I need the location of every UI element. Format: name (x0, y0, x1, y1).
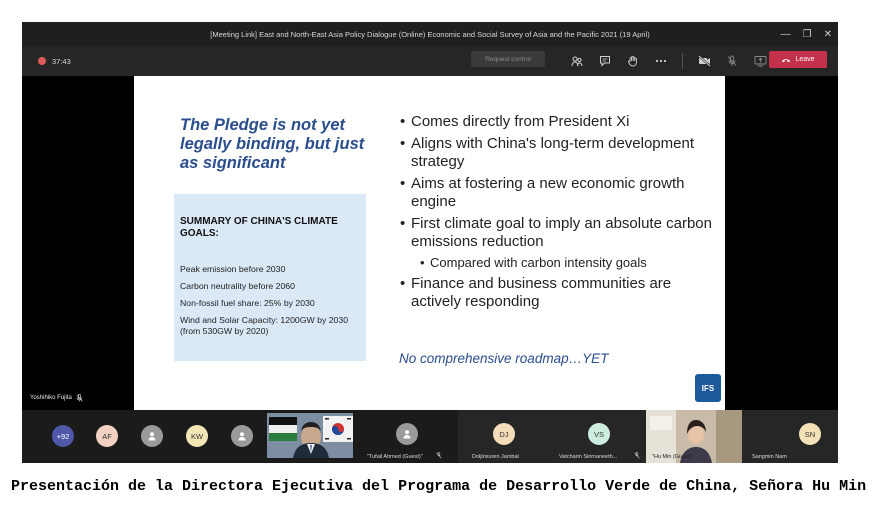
toolbar-icons (570, 46, 767, 76)
raise-hand-icon[interactable] (626, 54, 640, 68)
more-participants-badge[interactable]: +92 (52, 425, 74, 447)
person-icon (238, 432, 246, 441)
leave-button[interactable]: Leave (769, 51, 827, 68)
meeting-toolbar: 37:43 Request control Leave (22, 46, 838, 76)
leave-label: Leave (795, 56, 815, 63)
camera-off-icon[interactable] (697, 54, 711, 68)
participant-video-hu-min[interactable]: "Hu Min (Guest)" (646, 410, 742, 463)
mic-off-icon (634, 452, 640, 459)
participant-avatar-sn: SN (799, 423, 821, 445)
participant-tile-sn[interactable]: SN Sangmin Nam (742, 410, 838, 463)
participant-tile-vs[interactable]: VS Vatcharin Sirimaneeth... (551, 410, 646, 463)
bullet-list: Comes directly from President Xi Aligns … (400, 113, 720, 315)
bullet-item: Comes directly from President Xi (400, 113, 720, 132)
presentation-slide: The Pledge is not yet legally binding, b… (134, 76, 725, 410)
window-controls: — ❐ ✕ (781, 22, 832, 46)
bullet-item: Aims at fostering a new economic growth … (400, 175, 720, 212)
presenter-label: Yoshihiko Fujita (30, 394, 83, 402)
summary-item: Non-fossil fuel share: 25% by 2030 (180, 298, 315, 308)
mic-off-icon (76, 394, 83, 402)
close-button[interactable]: ✕ (824, 29, 832, 40)
participants-strip: +92 AF KW "Tufail Ahmed (Guest)" DJ Dolj… (22, 410, 838, 463)
summary-box: SUMMARY OF CHINA'S CLIMATE GOALS: Peak e… (174, 194, 366, 361)
participant-name: Doljinsuren Jambal (472, 454, 519, 460)
participant-name-text: "Tufail Ahmed (Guest)" (367, 454, 423, 460)
summary-item: Wind and Solar Capacity: 1200GW by 2030 … (180, 315, 349, 336)
share-screen-icon[interactable] (753, 54, 767, 68)
flags-background-image (267, 413, 353, 458)
chat-icon[interactable] (598, 54, 612, 68)
image-caption: Presentación de la Directora Ejecutiva d… (11, 478, 867, 495)
sub-bullet-item: Compared with carbon intensity goals (400, 254, 720, 271)
summary-item: Carbon neutrality before 2060 (180, 281, 295, 291)
more-icon[interactable] (654, 54, 668, 68)
participant-avatar-vs: VS (588, 423, 610, 445)
participant-video-flags[interactable] (267, 413, 353, 458)
phone-hangup-icon (782, 58, 791, 62)
participant-avatar-generic[interactable] (141, 425, 163, 447)
ifs-logo: IFS (695, 374, 721, 402)
title-bar: [Meeting Link] East and North-East Asia … (22, 22, 838, 46)
participant-name: "Hu Min (Guest)" (652, 454, 694, 460)
restore-button[interactable]: ❐ (803, 29, 812, 40)
presenter-name: Yoshihiko Fujita (30, 395, 72, 401)
participant-avatar-af[interactable]: AF (96, 425, 118, 447)
roadmap-note: No comprehensive roadmap…YET (399, 351, 609, 366)
meeting-timer: 37:43 (52, 56, 71, 66)
request-control-button[interactable]: Request control (471, 51, 545, 67)
participant-avatar-dj: DJ (493, 423, 515, 445)
shared-screen-stage: The Pledge is not yet legally binding, b… (22, 76, 838, 410)
participant-avatar-kw[interactable]: KW (186, 425, 208, 447)
toolbar-divider (682, 53, 683, 69)
recording-indicator-icon (38, 57, 46, 65)
minimize-button[interactable]: — (781, 29, 791, 40)
participant-avatar-generic[interactable] (396, 423, 418, 445)
bullet-item: First climate goal to imply an absolute … (400, 215, 720, 252)
pledge-heading: The Pledge is not yet legally binding, b… (180, 116, 365, 172)
teams-meeting-window: [Meeting Link] East and North-East Asia … (22, 22, 838, 463)
bullet-item: Finance and business communities are act… (400, 275, 720, 312)
participant-name: Sangmin Nam (752, 454, 787, 460)
participant-name: Vatcharin Sirimaneeth... (559, 454, 618, 460)
person-icon (403, 430, 411, 439)
people-icon[interactable] (570, 54, 584, 68)
person-icon (148, 432, 156, 441)
summary-item: Peak emission before 2030 (180, 264, 286, 274)
bullet-item: Aligns with China's long-term developmen… (400, 135, 720, 172)
participant-tile-dj[interactable]: DJ Doljinsuren Jambal (458, 410, 551, 463)
participant-avatar-generic[interactable] (231, 425, 253, 447)
summary-title: SUMMARY OF CHINA'S CLIMATE GOALS: (180, 216, 338, 239)
window-title: [Meeting Link] East and North-East Asia … (210, 29, 650, 39)
participant-name: "Tufail Ahmed (Guest)" (367, 454, 423, 460)
mic-off-icon[interactable] (725, 54, 739, 68)
mic-off-icon (436, 452, 442, 459)
